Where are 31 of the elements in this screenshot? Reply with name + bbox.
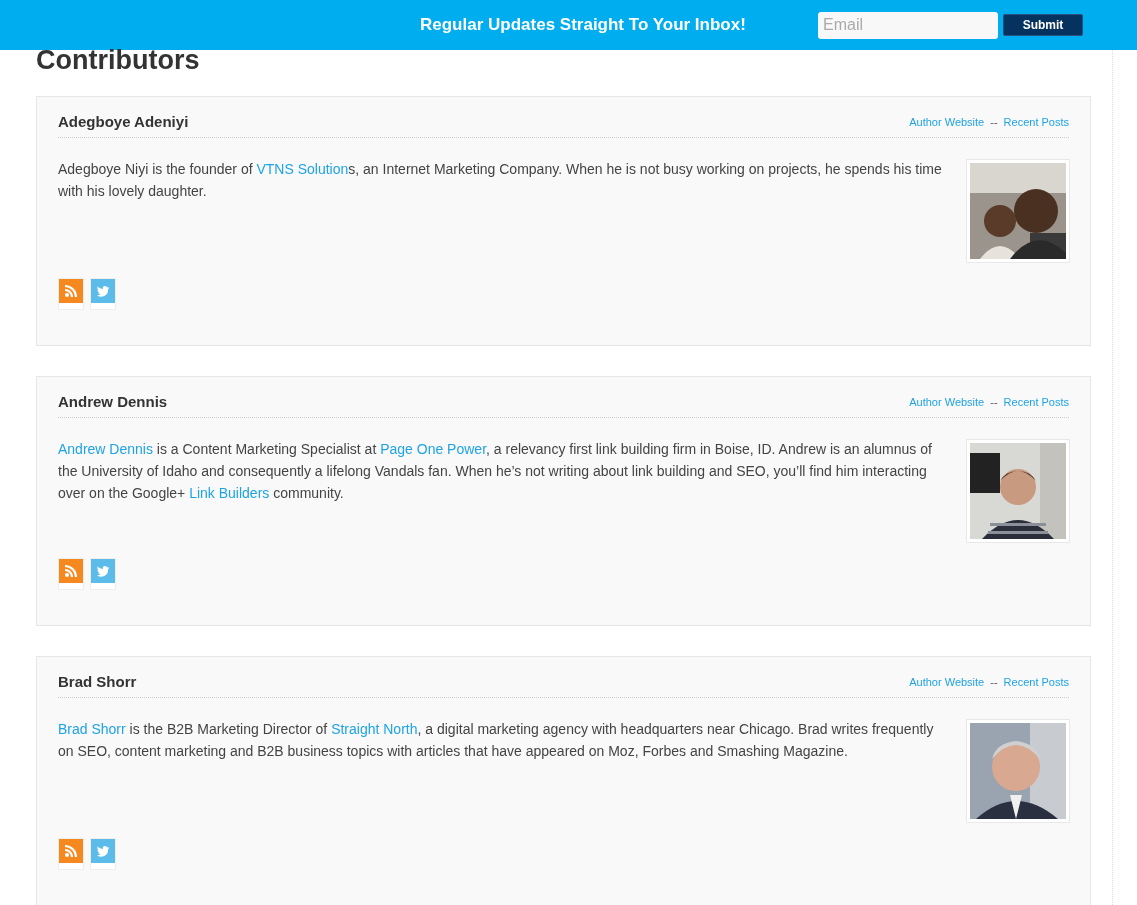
author-website-link[interactable]: Author Website	[909, 675, 985, 688]
bio-link[interactable]: VTNS Solution	[256, 161, 349, 177]
author-bio: Adegboye Niyi is the founder of VTNS Solutions, an Internet Marketing Company. When he is not busy working on projects, he spends his time with his lovely daughter.	[58, 160, 943, 201]
bio-link[interactable]: Straight North	[331, 721, 418, 737]
twitter-bird-icon[interactable]	[91, 559, 115, 583]
author-website-link[interactable]: Author Website	[909, 115, 985, 128]
link-separator: --	[990, 675, 998, 688]
recent-posts-link[interactable]: Recent Posts	[1003, 115, 1069, 128]
author-name: Adegboye Adeniyi	[58, 113, 189, 130]
author-name: Brad Shorr	[58, 673, 137, 690]
submit-button[interactable]: Submit	[1003, 14, 1083, 36]
page-title: Contributors	[36, 50, 201, 77]
bio-link[interactable]: Page One Power	[380, 441, 487, 457]
rss-icon[interactable]	[59, 279, 83, 303]
author-bio: Brad Shorr is the B2B Marketing Director of Straight North, a digital marketing agency with headquarters near Chicago. Brad writes frequently on SEO, content marketing and B2B business topics with articles that have appeared on Moz, Forbes and Smashing Magazine.	[58, 720, 935, 761]
rss-icon[interactable]	[59, 839, 83, 863]
signup-headline: Regular Updates Straight To Your Inbox!	[420, 15, 747, 35]
twitter-bird-icon[interactable]	[91, 279, 115, 303]
author-name: Andrew Dennis	[58, 393, 168, 410]
recent-posts-link[interactable]: Recent Posts	[1003, 395, 1069, 408]
twitter-bird-icon[interactable]	[91, 839, 115, 863]
recent-posts-link[interactable]: Recent Posts	[1003, 675, 1069, 688]
email-field[interactable]: Email	[818, 11, 998, 39]
rss-icon[interactable]	[59, 559, 83, 583]
author-bio: Andrew Dennis is a Content Marketing Specialist at Page One Power, a relevancy first link building firm in Boise, ID. Andrew is an alumnus of the University of Idaho and consequently a lifelong Vandals fan. When he’s not writing about link building and SEO, you’ll find him interacting over on the Google+ Link Builders community.	[58, 440, 933, 503]
bio-link[interactable]: Link Builders	[189, 485, 270, 501]
bio-link[interactable]: Brad Shorr	[58, 721, 126, 737]
bio-link[interactable]: Andrew Dennis	[58, 441, 153, 457]
link-separator: --	[990, 115, 998, 128]
author-website-link[interactable]: Author Website	[909, 395, 985, 408]
link-separator: --	[990, 395, 998, 408]
